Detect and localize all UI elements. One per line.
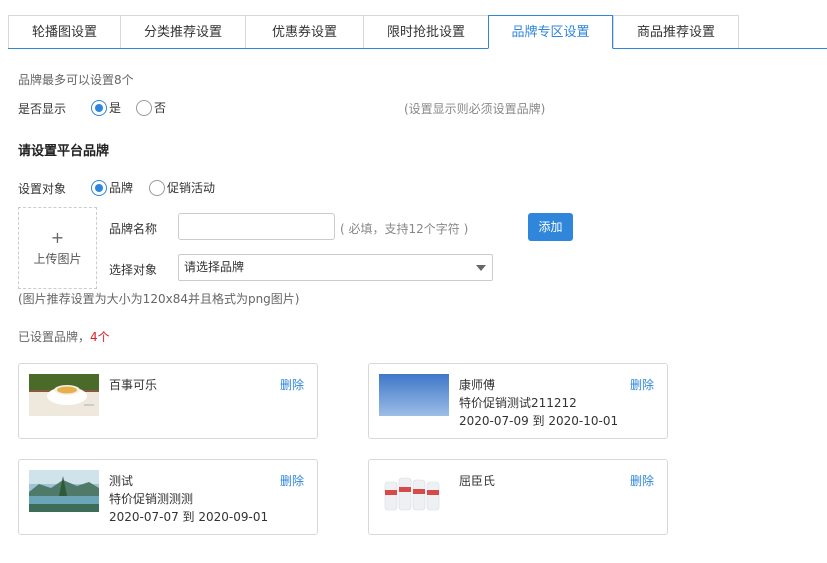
- brand-card: 测试 特价促销测测测 2020-07-07 到 2020-09-01 删除: [18, 459, 318, 535]
- water-bottles-photo: [379, 470, 449, 512]
- add-button[interactable]: 添加: [528, 213, 573, 241]
- upload-image-label: 上传图片: [33, 252, 82, 266]
- lake-photo: [29, 470, 99, 512]
- max-brands-note: 品牌最多可以设置8个: [18, 73, 134, 87]
- show-hint: (设置显示则必须设置品牌): [404, 102, 546, 116]
- brand-name: 屈臣氏: [459, 474, 496, 488]
- chevron-down-icon: [476, 265, 486, 271]
- tab-flash-sale-settings[interactable]: 限时抢批设置: [363, 15, 488, 49]
- radio-checked-icon: [91, 179, 107, 196]
- delete-brand-link[interactable]: 删除: [280, 376, 304, 393]
- platform-brand-title: 请设置平台品牌: [18, 144, 110, 159]
- target-promo-radio[interactable]: 促销活动: [149, 179, 215, 196]
- show-no-label: 否: [154, 101, 167, 115]
- coffee-photo: [29, 374, 99, 416]
- promo-dates: 2020-07-09 到 2020-10-01: [459, 414, 619, 428]
- promo-dates: 2020-07-07 到 2020-09-01: [109, 510, 269, 524]
- select-target-label: 选择对象: [109, 263, 158, 277]
- brand-card: 康师傅 特价促销测试211212 2020-07-09 到 2020-10-01…: [368, 363, 668, 439]
- brand-select-value: 请选择品牌: [184, 260, 245, 274]
- radio-unchecked-icon: [149, 179, 165, 196]
- show-yes-radio[interactable]: 是: [91, 99, 121, 116]
- tab-category-recommend-settings[interactable]: 分类推荐设置: [120, 15, 245, 49]
- blue-sky-photo: [379, 374, 449, 416]
- upload-image-box[interactable]: + 上传图片: [18, 207, 97, 289]
- brand-name: 测试: [109, 474, 134, 488]
- image-size-hint: (图片推荐设置为大小为120x84并且格式为png图片): [18, 292, 300, 306]
- show-label: 是否显示: [18, 102, 67, 116]
- brand-select[interactable]: 请选择品牌: [178, 254, 493, 281]
- tab-product-recommend-settings[interactable]: 商品推荐设置: [613, 15, 739, 49]
- brand-name: 百事可乐: [109, 378, 158, 392]
- target-label: 设置对象: [18, 182, 67, 196]
- brand-name-input[interactable]: [178, 213, 335, 240]
- tab-underline: [8, 48, 827, 49]
- brand-name: 康师傅: [459, 378, 496, 392]
- show-no-radio[interactable]: 否: [136, 99, 166, 116]
- delete-brand-link[interactable]: 删除: [630, 472, 654, 489]
- delete-brand-link[interactable]: 删除: [630, 376, 654, 393]
- brand-card: 百事可乐 删除: [18, 363, 318, 439]
- configured-count: 4个: [90, 330, 110, 344]
- tab-carousel-settings[interactable]: 轮播图设置: [8, 15, 120, 49]
- promo-name: 特价促销测测测: [109, 492, 194, 506]
- brand-name-hint: ( 必填，支持12个字符 ): [340, 222, 469, 236]
- radio-checked-icon: [91, 99, 107, 116]
- target-brand-radio[interactable]: 品牌: [91, 179, 133, 196]
- brand-name-label: 品牌名称: [109, 222, 158, 236]
- tab-coupon-settings[interactable]: 优惠券设置: [245, 15, 363, 49]
- brand-card: 屈臣氏 删除: [368, 459, 668, 535]
- tab-brand-zone-settings[interactable]: 品牌专区设置: [488, 15, 613, 49]
- configured-brands-summary: 已设置品牌，4个: [18, 328, 110, 345]
- target-promo-label: 促销活动: [167, 181, 216, 195]
- radio-unchecked-icon: [136, 99, 152, 116]
- tab-bar: 轮播图设置 分类推荐设置 优惠券设置 限时抢批设置 品牌专区设置 商品推荐设置: [8, 15, 739, 49]
- target-brand-label: 品牌: [109, 181, 134, 195]
- show-yes-label: 是: [109, 101, 122, 115]
- plus-icon: +: [50, 228, 65, 247]
- promo-name: 特价促销测试211212: [459, 396, 577, 410]
- delete-brand-link[interactable]: 删除: [280, 472, 304, 489]
- configured-label: 已设置品牌，: [18, 330, 91, 344]
